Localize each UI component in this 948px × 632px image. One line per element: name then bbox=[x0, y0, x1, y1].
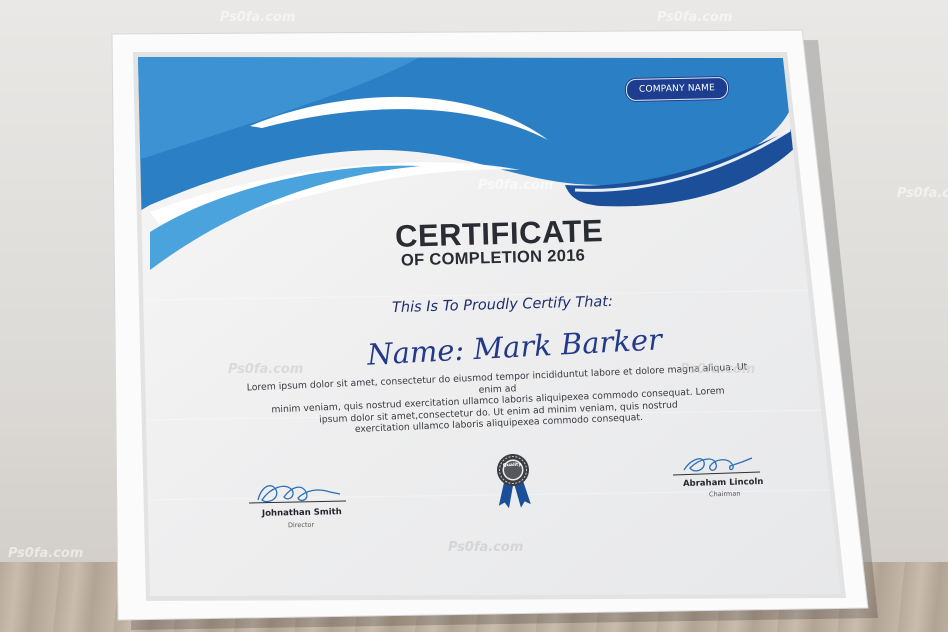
certificate: COMPANY NAME CERTIFICATE OF COMPLETION 2… bbox=[0, 0, 948, 632]
signatory-name-right: Abraham Lincoln bbox=[682, 476, 764, 490]
seal-label: Quality bbox=[502, 462, 522, 469]
company-name-badge: COMPANY NAME bbox=[625, 76, 729, 102]
certificate-body: Lorem ipsum dolor sit amet, consectetur … bbox=[237, 361, 759, 441]
signatory-role-right: Chairman bbox=[708, 489, 741, 499]
signatory-role-left: Director bbox=[287, 520, 315, 530]
recipient-name: Name: Mark Barker bbox=[366, 322, 663, 372]
certificate-subtitle: OF COMPLETION 2016 bbox=[400, 246, 586, 270]
signatory-name-left: Johnathan Smith bbox=[261, 507, 342, 519]
certify-line: This Is To Proudly Certify That: bbox=[391, 293, 614, 317]
